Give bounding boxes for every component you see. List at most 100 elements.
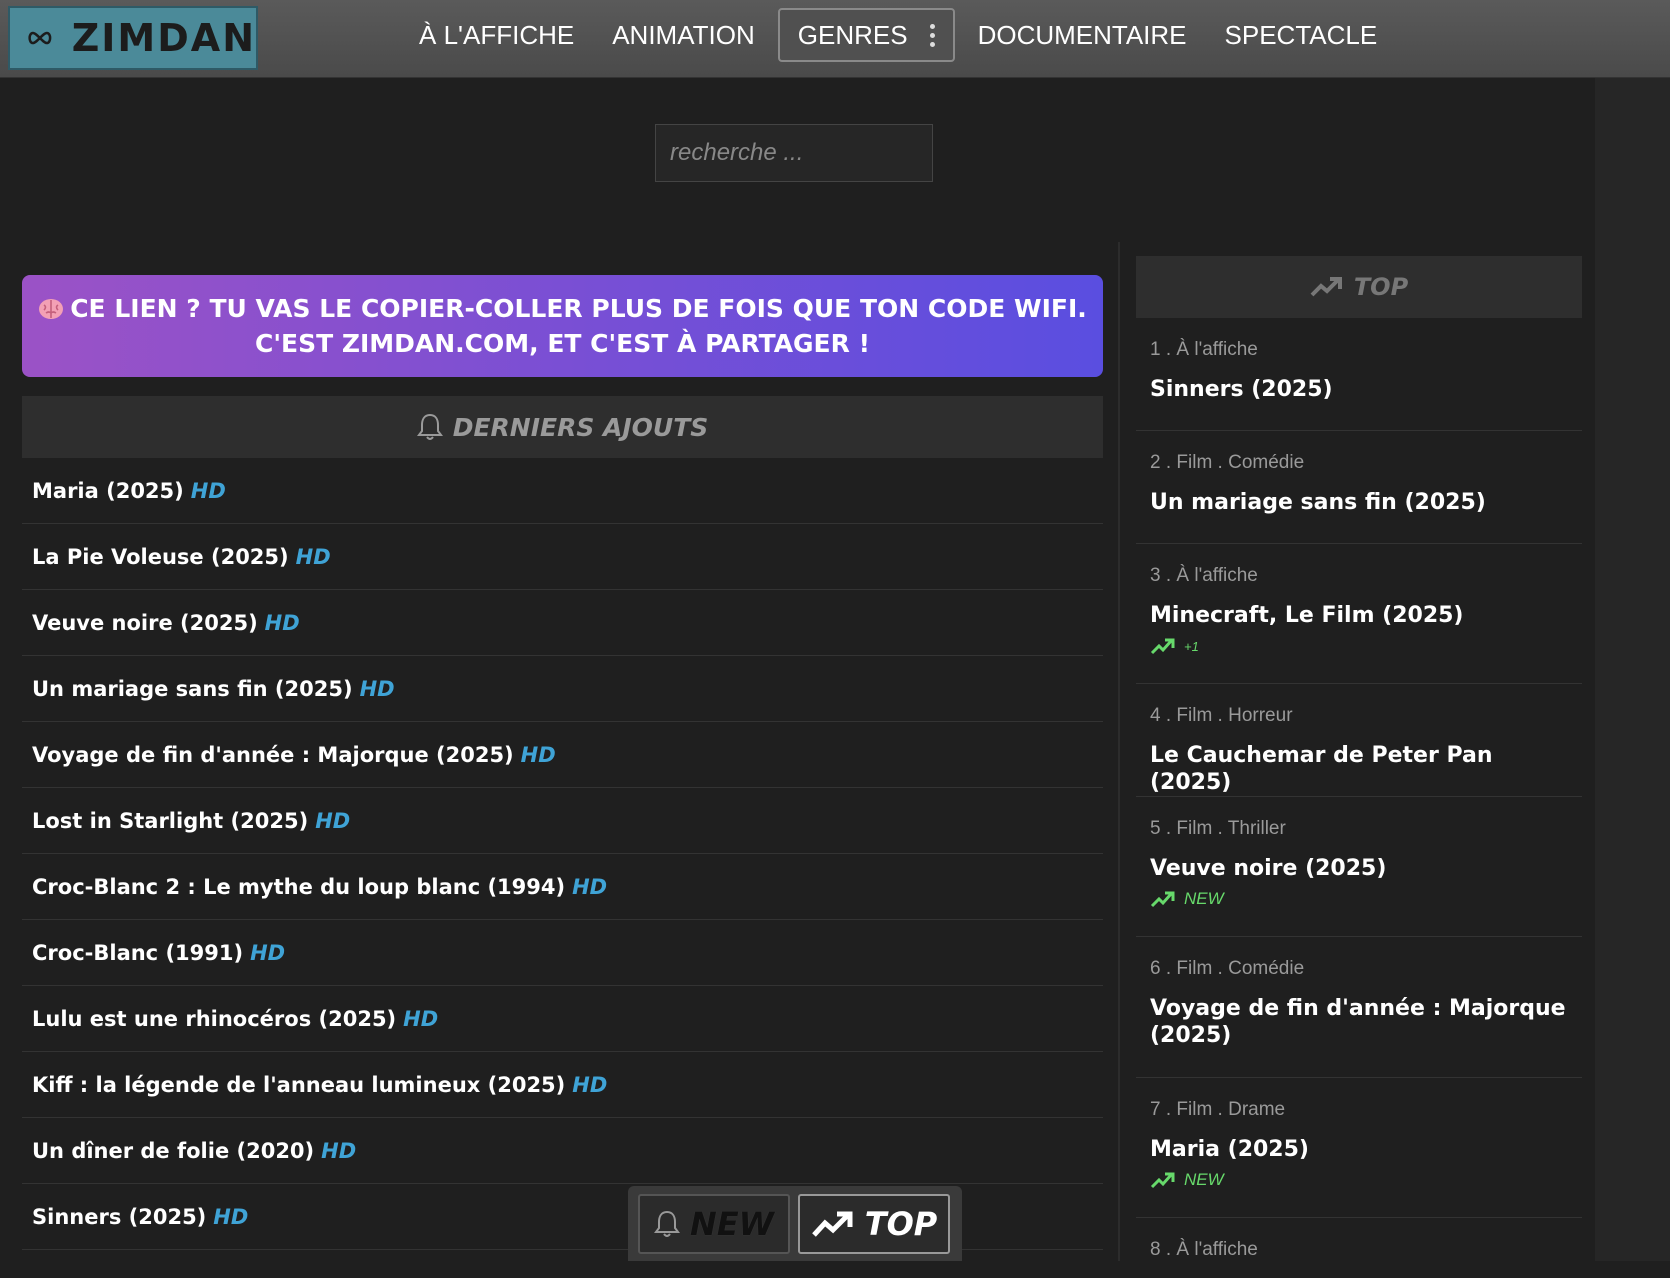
- top-item-meta: 2 . Film . Comédie: [1150, 452, 1305, 473]
- hd-badge: HD: [264, 610, 300, 635]
- item-title: Un mariage sans fin (2025): [32, 676, 353, 701]
- page-gutter: [1595, 78, 1670, 1261]
- item-title: Maria (2025): [32, 478, 184, 503]
- list-item[interactable]: Lost in Starlight (2025) HD: [22, 788, 1103, 854]
- site-logo[interactable]: ZIMDAN: [8, 6, 258, 70]
- trending-up-icon: [1150, 638, 1175, 655]
- top-item-title: Un mariage sans fin (2025): [1150, 490, 1486, 515]
- kebab-menu-icon: [929, 23, 935, 47]
- nav-animation[interactable]: ANIMATION: [593, 8, 774, 62]
- list-item[interactable]: Lulu est une rhinocéros (2025) HD: [22, 986, 1103, 1052]
- bell-icon: [416, 413, 443, 440]
- top-item[interactable]: 4 . Film . Horreur Le Cauchemar de Peter…: [1136, 684, 1582, 797]
- top-item-meta: 7 . Film . Drame: [1150, 1099, 1286, 1120]
- trend-text: +1: [1184, 638, 1199, 654]
- logo-text: ZIMDAN: [71, 16, 256, 60]
- top-item-title: Maria (2025): [1150, 1137, 1309, 1162]
- hd-badge: HD: [250, 940, 286, 965]
- top-item-meta: 6 . Film . Comédie: [1150, 958, 1305, 979]
- top-button[interactable]: TOP: [798, 1194, 950, 1254]
- new-button[interactable]: NEW: [638, 1194, 790, 1254]
- item-title: Un dîner de folie (2020): [32, 1138, 315, 1163]
- top-navbar: ZIMDAN À L'AFFICHE ANIMATION GENRES DOCU…: [0, 0, 1670, 78]
- new-button-label: NEW: [690, 1205, 774, 1243]
- top-item-title: Le Cauchemar de Peter Pan (2025): [1150, 743, 1493, 795]
- item-title: Veuve noire (2025): [32, 610, 258, 635]
- top-item-meta: 4 . Film . Horreur: [1150, 705, 1293, 726]
- list-item[interactable]: Un mariage sans fin (2025) HD: [22, 656, 1103, 722]
- item-title: Croc-Blanc 2 : Le mythe du loup blanc (1…: [32, 874, 566, 899]
- top-item[interactable]: 5 . Film . Thriller Veuve noire (2025) N…: [1136, 797, 1582, 937]
- main-nav: À L'AFFICHE ANIMATION GENRES DOCUMENTAIR…: [400, 8, 1396, 62]
- top-item-title: Sinners (2025): [1150, 377, 1333, 402]
- list-item[interactable]: Veuve noire (2025) HD: [22, 590, 1103, 656]
- floating-tab-bar: NEW TOP: [628, 1186, 962, 1261]
- top-item[interactable]: 7 . Film . Drame Maria (2025) NEW: [1136, 1078, 1582, 1218]
- nav-a-laffiche[interactable]: À L'AFFICHE: [400, 8, 593, 62]
- top-item[interactable]: 2 . Film . Comédie Un mariage sans fin (…: [1136, 431, 1582, 544]
- top-item[interactable]: 6 . Film . Comédie Voyage de fin d'année…: [1136, 937, 1582, 1078]
- hd-badge: HD: [572, 874, 608, 899]
- item-title: Voyage de fin d'année : Majorque (2025): [32, 742, 514, 767]
- top-button-label: TOP: [864, 1205, 938, 1243]
- list-item[interactable]: Kiff : la légende de l'anneau lumineux (…: [22, 1052, 1103, 1118]
- trend-text: NEW: [1184, 889, 1224, 908]
- top-item[interactable]: 8 . À l'affiche: [1136, 1218, 1582, 1278]
- banner-text-2: C'EST ZIMDAN.COM, ET C'EST À PARTAGER !: [255, 329, 870, 358]
- list-item[interactable]: La Pie Voleuse (2025) HD: [22, 524, 1103, 590]
- nav-genres-dropdown[interactable]: GENRES: [777, 8, 955, 62]
- top-item-meta: 8 . À l'affiche: [1150, 1239, 1258, 1260]
- column-divider: [1118, 242, 1120, 1261]
- top-item-meta: 5 . Film . Thriller: [1150, 818, 1286, 839]
- item-title: Kiff : la légende de l'anneau lumineux (…: [32, 1072, 566, 1097]
- item-title: Lost in Starlight (2025): [32, 808, 309, 833]
- hd-badge: HD: [520, 742, 556, 767]
- latest-header: DERNIERS AJOUTS: [22, 396, 1103, 458]
- hd-badge: HD: [359, 676, 395, 701]
- item-title: La Pie Voleuse (2025): [32, 544, 289, 569]
- list-item[interactable]: Un dîner de folie (2020) HD: [22, 1118, 1103, 1184]
- latest-title: DERNIERS AJOUTS: [452, 412, 709, 442]
- item-title: Croc-Blanc (1991): [32, 940, 244, 965]
- top-item-title: Veuve noire (2025): [1150, 856, 1387, 881]
- top-item[interactable]: 3 . À l'affiche Minecraft, Le Film (2025…: [1136, 544, 1582, 684]
- trending-up-icon: [1310, 277, 1342, 297]
- hd-badge: HD: [213, 1204, 249, 1229]
- list-item[interactable]: Croc-Blanc (1991) HD: [22, 920, 1103, 986]
- hd-badge: HD: [572, 1072, 608, 1097]
- top-item-title: Minecraft, Le Film (2025): [1150, 603, 1464, 628]
- top-header: TOP: [1136, 256, 1582, 318]
- trending-up-icon: [1150, 891, 1175, 908]
- item-title: Lulu est une rhinocéros (2025): [32, 1006, 397, 1031]
- list-item[interactable]: Maria (2025) HD: [22, 458, 1103, 524]
- top-item-meta: 1 . À l'affiche: [1150, 339, 1258, 360]
- trend-text: NEW: [1184, 1170, 1224, 1189]
- list-item[interactable]: Voyage de fin d'année : Majorque (2025) H…: [22, 722, 1103, 788]
- item-title: Sinners (2025): [32, 1204, 207, 1229]
- top-title: TOP: [1353, 273, 1409, 301]
- search-input[interactable]: [655, 124, 933, 182]
- trending-up-icon: [1150, 1172, 1175, 1189]
- hd-badge: HD: [321, 1138, 357, 1163]
- nav-documentaire[interactable]: DOCUMENTAIRE: [959, 8, 1206, 62]
- top-item[interactable]: 1 . À l'affiche Sinners (2025): [1136, 318, 1582, 431]
- brain-icon: [39, 299, 64, 319]
- trend-indicator: NEW: [1150, 1169, 1568, 1191]
- nav-genres-label: GENRES: [797, 20, 908, 50]
- trend-indicator: NEW: [1150, 888, 1568, 910]
- nav-spectacle[interactable]: SPECTACLE: [1206, 8, 1397, 62]
- list-item[interactable]: Croc-Blanc 2 : Le mythe du loup blanc (1…: [22, 854, 1103, 920]
- hd-badge: HD: [190, 478, 226, 503]
- banner-text-1: CE LIEN ? TU VAS LE COPIER-COLLER PLUS D…: [70, 294, 1087, 323]
- banner-line-1: CE LIEN ? TU VAS LE COPIER-COLLER PLUS D…: [38, 291, 1087, 326]
- hd-badge: HD: [295, 544, 331, 569]
- top-list: 1 . À l'affiche Sinners (2025) 2 . Film …: [1136, 318, 1582, 1278]
- trending-up-icon: [811, 1211, 853, 1237]
- bell-icon: [654, 1210, 681, 1237]
- infinity-icon: [28, 31, 52, 45]
- hd-badge: HD: [403, 1006, 439, 1031]
- latest-list: Maria (2025) HD La Pie Voleuse (2025) HD V…: [22, 458, 1103, 1250]
- share-banner: CE LIEN ? TU VAS LE COPIER-COLLER PLUS D…: [22, 275, 1103, 377]
- top-item-title: Voyage de fin d'année : Majorque (2025): [1150, 996, 1566, 1048]
- top-item-meta: 3 . À l'affiche: [1150, 565, 1258, 586]
